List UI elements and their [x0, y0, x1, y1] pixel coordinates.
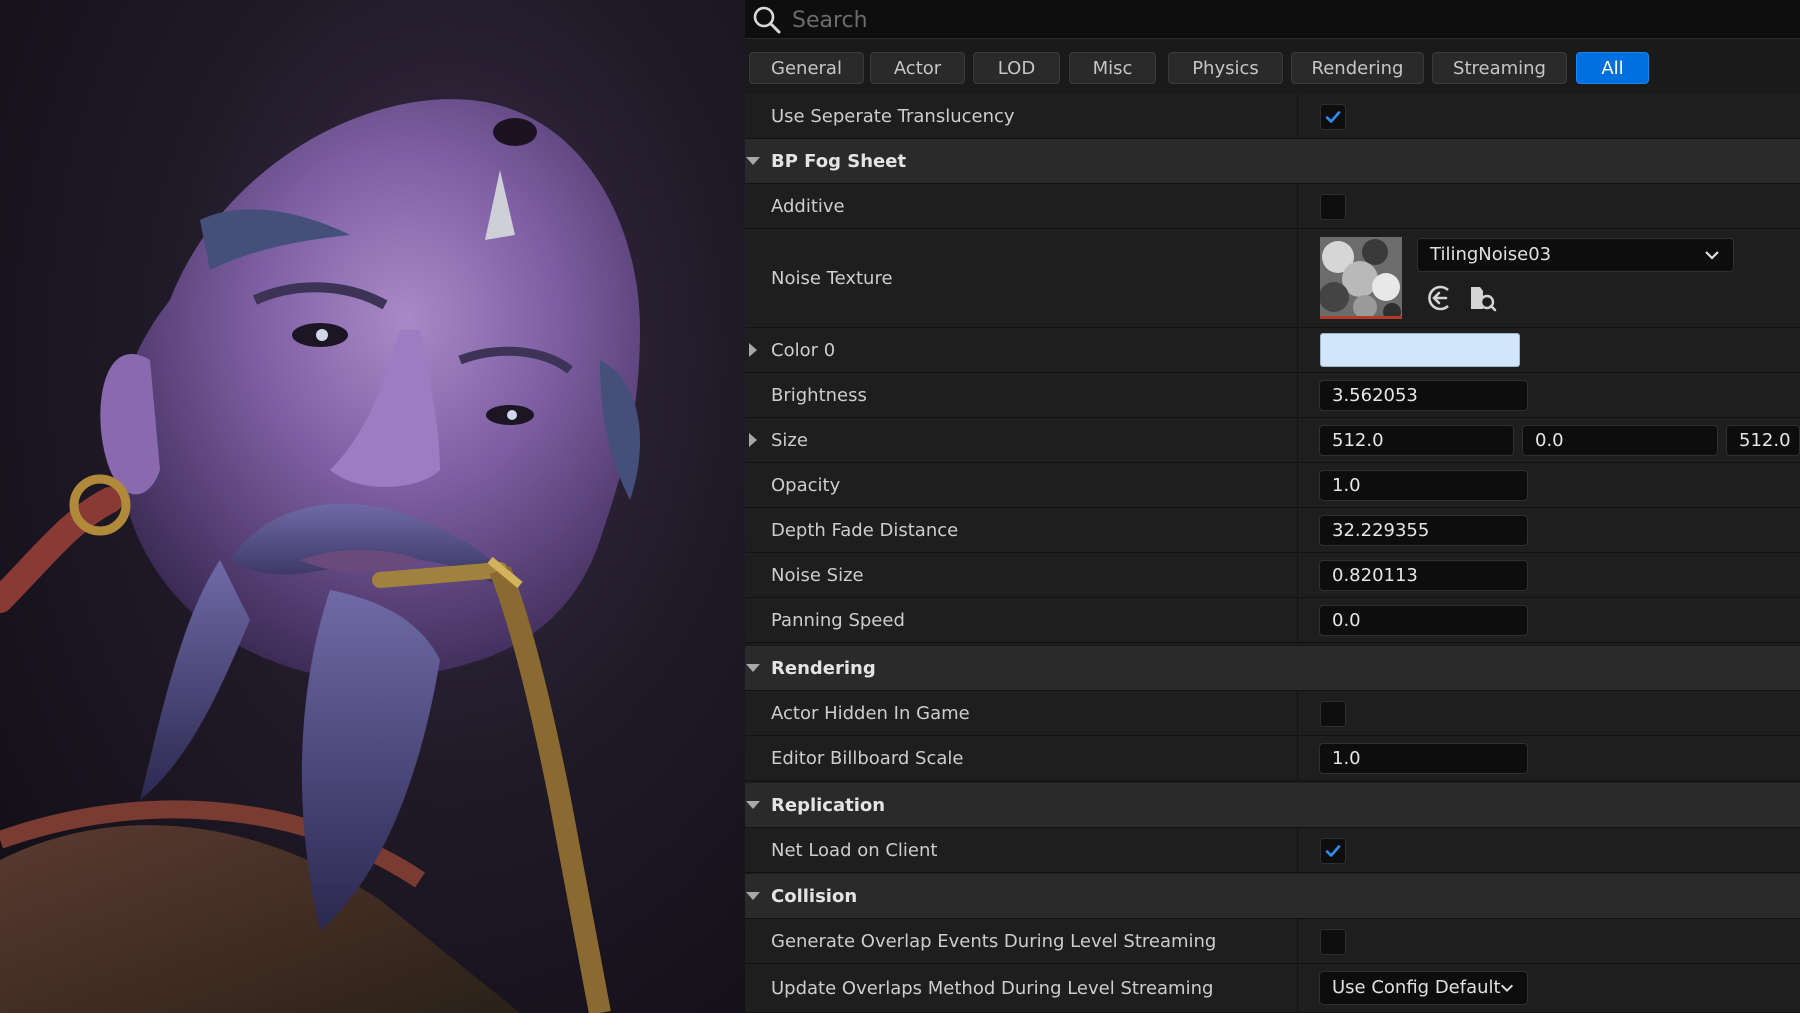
property-label: Actor Hidden In Game	[771, 702, 970, 724]
property-label: Editor Billboard Scale	[771, 747, 964, 769]
noise-texture-asset-dropdown[interactable]: TilingNoise03	[1417, 238, 1734, 272]
property-label: Noise Size	[771, 564, 864, 586]
size-y-input[interactable]: 0.0	[1522, 425, 1718, 456]
chevron-down-icon	[1500, 984, 1514, 993]
triangle-right-icon[interactable]	[745, 432, 761, 448]
property-label: Opacity	[771, 474, 841, 496]
triangle-down-icon	[746, 157, 760, 165]
dropdown-value: Use Config Default	[1332, 977, 1501, 998]
brightness-input[interactable]: 3.562053	[1319, 380, 1528, 411]
additive-checkbox[interactable]	[1320, 194, 1346, 220]
triangle-right-icon[interactable]	[745, 342, 761, 358]
property-row-depth-fade-distance: Depth Fade Distance 32.229355	[745, 508, 1800, 553]
property-label: Brightness	[771, 384, 867, 406]
tab-streaming[interactable]: Streaming	[1432, 52, 1567, 84]
property-row-use-separate-translucency: Use Seperate Translucency	[745, 94, 1800, 139]
property-label: Use Seperate Translucency	[771, 105, 1015, 127]
color0-swatch[interactable]	[1320, 333, 1520, 367]
property-row-noise-texture: Noise Texture TilingNoise03	[745, 229, 1800, 328]
opacity-input[interactable]: 1.0	[1319, 470, 1528, 501]
noise-size-input[interactable]: 0.820113	[1319, 560, 1528, 591]
property-row-additive: Additive	[745, 184, 1800, 229]
property-label: Depth Fade Distance	[771, 519, 959, 541]
property-row-update-overlaps-method: Update Overlaps Method During Level Stre…	[745, 964, 1800, 1013]
category-collision[interactable]: Collision	[745, 874, 1800, 919]
property-row-brightness: Brightness 3.562053	[745, 373, 1800, 418]
tab-rendering[interactable]: Rendering	[1291, 52, 1424, 84]
tab-lod[interactable]: LOD	[973, 52, 1060, 84]
property-row-noise-size: Noise Size 0.820113	[745, 553, 1800, 598]
character-portrait-image	[0, 0, 745, 1013]
property-label: Color 0	[771, 339, 836, 361]
property-label: Generate Overlap Events During Level Str…	[771, 930, 1217, 952]
property-row-opacity: Opacity 1.0	[745, 463, 1800, 508]
depth-fade-distance-input[interactable]: 32.229355	[1319, 515, 1528, 546]
use-separate-translucency-checkbox[interactable]	[1320, 104, 1346, 130]
tab-misc[interactable]: Misc	[1069, 52, 1156, 84]
size-x-input[interactable]: 512.0	[1319, 425, 1514, 456]
triangle-down-icon	[746, 892, 760, 900]
search-icon	[753, 6, 781, 34]
generate-overlap-events-checkbox[interactable]	[1320, 929, 1346, 955]
asset-name: TilingNoise03	[1430, 244, 1552, 265]
category-bp-fog-sheet[interactable]: BP Fog Sheet	[745, 139, 1800, 184]
category-label: Replication	[771, 794, 886, 816]
property-label: Additive	[771, 195, 845, 217]
property-row-editor-billboard-scale: Editor Billboard Scale 1.0	[745, 736, 1800, 781]
filter-tabs: General Actor LOD Misc Physics Rendering…	[745, 52, 1800, 86]
property-label: Update Overlaps Method During Level Stre…	[771, 977, 1214, 999]
property-row-net-load-on-client: Net Load on Client	[745, 828, 1800, 873]
property-row-generate-overlap-events: Generate Overlap Events During Level Str…	[745, 919, 1800, 964]
category-label: Collision	[771, 885, 858, 907]
tab-actor[interactable]: Actor	[870, 52, 965, 84]
panning-speed-input[interactable]: 0.0	[1319, 605, 1528, 636]
property-row-actor-hidden-in-game: Actor Hidden In Game	[745, 691, 1800, 736]
property-label: Size	[771, 429, 808, 451]
triangle-down-icon	[746, 664, 760, 672]
noise-texture-thumbnail[interactable]	[1320, 237, 1402, 319]
category-rendering[interactable]: Rendering	[745, 646, 1800, 691]
category-label: Rendering	[771, 657, 876, 679]
actor-hidden-in-game-checkbox[interactable]	[1320, 701, 1346, 727]
search-bar	[745, 0, 1800, 39]
property-label: Panning Speed	[771, 609, 905, 631]
editor-billboard-scale-input[interactable]: 1.0	[1319, 743, 1528, 774]
search-input[interactable]	[790, 4, 1784, 36]
checkmark-icon	[1325, 845, 1341, 857]
tab-physics[interactable]: Physics	[1168, 52, 1283, 84]
category-label: BP Fog Sheet	[771, 150, 907, 172]
size-z-input[interactable]: 512.0	[1726, 425, 1800, 456]
property-row-panning-speed: Panning Speed 0.0	[745, 598, 1800, 643]
category-replication[interactable]: Replication	[745, 783, 1800, 828]
triangle-down-icon	[746, 801, 760, 809]
tab-general[interactable]: General	[749, 52, 864, 84]
update-overlaps-method-dropdown[interactable]: Use Config Default	[1319, 971, 1528, 1005]
property-label: Net Load on Client	[771, 839, 938, 861]
net-load-on-client-checkbox[interactable]	[1320, 838, 1346, 864]
property-label: Noise Texture	[771, 267, 893, 289]
arrow-left-circle-icon[interactable]	[1425, 283, 1455, 313]
details-panel: General Actor LOD Misc Physics Rendering…	[745, 0, 1800, 1013]
browse-asset-icon[interactable]	[1467, 283, 1497, 313]
chevron-down-icon	[1705, 251, 1719, 260]
tab-all[interactable]: All	[1576, 52, 1649, 84]
property-row-size: Size 512.0 0.0 512.0	[745, 418, 1800, 463]
checkmark-icon	[1325, 111, 1341, 123]
property-row-color0: Color 0	[745, 328, 1800, 373]
